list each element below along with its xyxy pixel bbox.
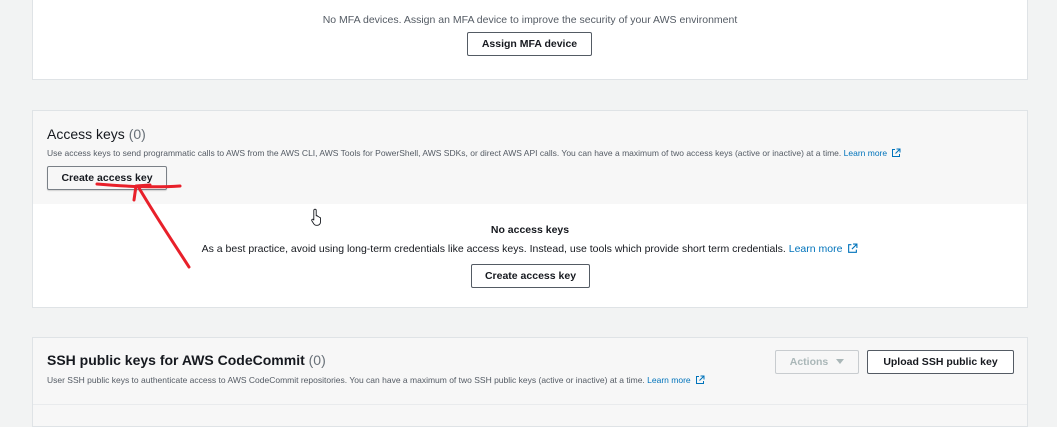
no-access-keys-description: As a best practice, avoid using long-ter… (33, 243, 1027, 255)
access-keys-count: (0) (128, 126, 146, 142)
actions-label: Actions (789, 356, 829, 368)
mfa-devices-panel: No MFA devices. Assign an MFA device to … (32, 0, 1028, 80)
no-access-keys-title: No access keys (490, 224, 570, 236)
access-keys-panel: Access keys (0) Use access keys to send … (32, 110, 1028, 308)
no-access-keys-learn-more-link[interactable]: Learn more (789, 243, 843, 255)
ssh-keys-description-text: User SSH public keys to authenticate acc… (47, 375, 645, 385)
empty-state-create-access-key-button[interactable]: Create access key (471, 264, 590, 288)
access-keys-title-text: Access keys (47, 126, 125, 142)
ssh-public-keys-panel: SSH public keys for AWS CodeCommit (0) U… (32, 337, 1028, 427)
upload-ssh-public-key-button[interactable]: Upload SSH public key (867, 350, 1014, 374)
ssh-divider (33, 404, 1027, 405)
access-keys-learn-more-link[interactable]: Learn more (844, 148, 887, 158)
caret-down-icon (836, 359, 845, 364)
access-keys-title: Access keys (0) (47, 126, 146, 142)
mfa-empty-message: No MFA devices. Assign an MFA device to … (322, 14, 738, 26)
access-keys-description: Use access keys to send programmatic cal… (47, 148, 901, 158)
ssh-keys-description: User SSH public keys to authenticate acc… (47, 375, 705, 385)
ssh-keys-title-text: SSH public keys for AWS CodeCommit (47, 352, 305, 368)
create-access-key-button[interactable]: Create access key (47, 166, 167, 190)
external-link-icon[interactable] (847, 243, 858, 254)
ssh-keys-learn-more-link[interactable]: Learn more (647, 375, 690, 385)
hand-pointer-cursor-icon (311, 208, 321, 226)
access-keys-description-text: Use access keys to send programmatic cal… (47, 148, 842, 158)
assign-mfa-device-button[interactable]: Assign MFA device (467, 32, 592, 56)
actions-dropdown-button[interactable]: Actions (775, 350, 859, 374)
external-link-icon[interactable] (891, 148, 901, 158)
access-keys-header: Access keys (0) Use access keys to send … (33, 111, 1027, 204)
external-link-icon[interactable] (695, 375, 705, 385)
ssh-keys-title: SSH public keys for AWS CodeCommit (0) (47, 352, 326, 368)
ssh-keys-count: (0) (308, 352, 326, 368)
no-access-keys-description-text: As a best practice, avoid using long-ter… (201, 243, 786, 255)
